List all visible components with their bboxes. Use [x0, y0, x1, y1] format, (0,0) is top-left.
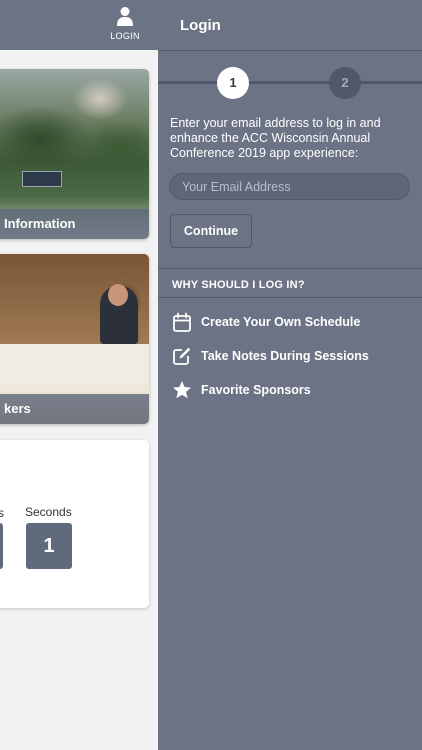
- countdown-card: : s Seconds 1: [0, 440, 149, 608]
- calendar-icon: [173, 312, 191, 332]
- drawer-title: Login: [180, 17, 221, 34]
- speakers-card-label: kers: [0, 394, 149, 424]
- login-drawer: Login 1 2 Enter your email address to lo…: [158, 0, 422, 750]
- benefit-sponsors: Favorite Sponsors: [172, 380, 311, 400]
- divider: [158, 297, 422, 298]
- info-card[interactable]: Information: [0, 69, 149, 239]
- benefit-label: Create Your Own Schedule: [201, 315, 361, 329]
- stepper-track: [158, 81, 422, 84]
- star-icon: [173, 381, 191, 399]
- benefit-label: Favorite Sponsors: [201, 383, 311, 397]
- seconds-box: 1: [26, 523, 72, 569]
- divider: [158, 50, 422, 51]
- minutes-box: [0, 523, 3, 569]
- why-login-heading: WHY SHOULD I LOG IN?: [172, 279, 305, 291]
- email-field[interactable]: [169, 173, 410, 200]
- benefit-label: Take Notes During Sessions: [201, 349, 369, 363]
- background-app: LOGIN Information kers : s Seconds 1: [0, 0, 158, 750]
- login-instructions: Enter your email address to log in and e…: [170, 116, 381, 160]
- login-button[interactable]: LOGIN: [104, 4, 146, 46]
- speakers-card[interactable]: kers: [0, 254, 149, 424]
- app-header: LOGIN: [0, 0, 158, 50]
- benefit-schedule: Create Your Own Schedule: [172, 312, 360, 332]
- seconds-label: Seconds: [25, 505, 72, 519]
- continue-button[interactable]: Continue: [170, 214, 252, 248]
- user-icon: [117, 7, 133, 26]
- step-1-indicator: 1: [217, 67, 249, 99]
- countdown-partial-label: s: [0, 506, 4, 520]
- benefit-notes: Take Notes During Sessions: [172, 346, 369, 366]
- countdown-title-fragment: :: [0, 477, 1, 495]
- divider: [158, 268, 422, 269]
- edit-note-icon: [173, 347, 191, 365]
- login-button-label: LOGIN: [110, 31, 140, 41]
- step-2-indicator: 2: [329, 67, 361, 99]
- info-card-label: Information: [0, 209, 149, 239]
